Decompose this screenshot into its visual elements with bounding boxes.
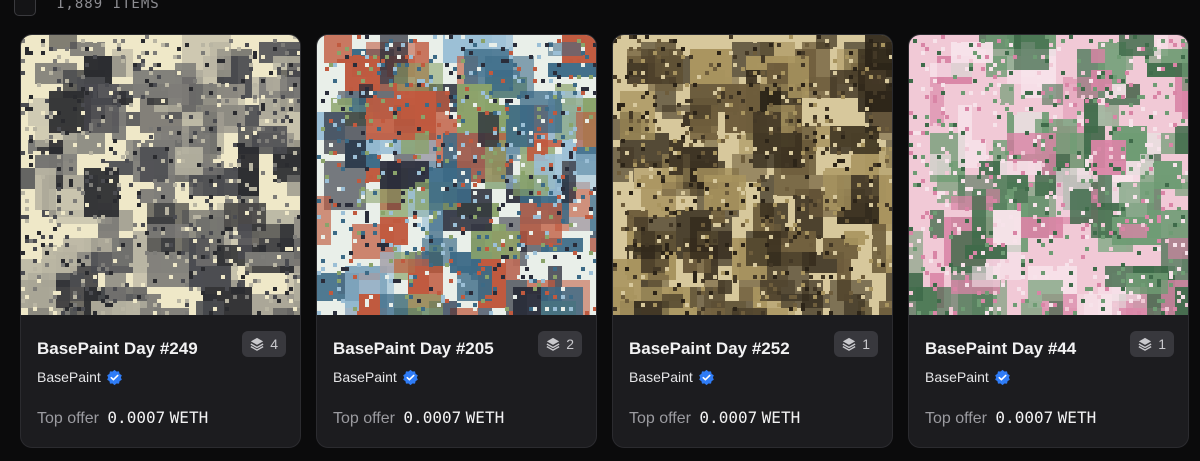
nft-card[interactable]: BasePaint Day #249 4 BasePaint Top offer… bbox=[20, 34, 301, 448]
editions-badge: 1 bbox=[1130, 331, 1174, 357]
creator-row: BasePaint bbox=[333, 367, 580, 387]
offer-currency: WETH bbox=[1057, 408, 1097, 427]
editions-count: 1 bbox=[1158, 336, 1166, 352]
offer-price: 0.0007 bbox=[403, 408, 462, 427]
creator-name[interactable]: BasePaint bbox=[925, 369, 989, 385]
offer-currency: WETH bbox=[169, 408, 209, 427]
offer-label: Top offer bbox=[333, 410, 395, 427]
editions-badge: 4 bbox=[242, 331, 286, 357]
offer-currency: WETH bbox=[761, 408, 801, 427]
creator-name[interactable]: BasePaint bbox=[37, 369, 101, 385]
top-offer: Top offer 0.0007 WETH bbox=[925, 407, 1172, 429]
item-count: 1,889 ITEMS bbox=[56, 0, 160, 12]
toolbar: 1,889 ITEMS bbox=[0, 0, 1200, 22]
creator-row: BasePaint bbox=[629, 367, 876, 387]
select-all-checkbox[interactable] bbox=[14, 0, 36, 16]
editions-count: 4 bbox=[270, 336, 278, 352]
offer-label: Top offer bbox=[925, 410, 987, 427]
offer-price: 0.0007 bbox=[995, 408, 1054, 427]
nft-card[interactable]: BasePaint Day #252 1 BasePaint Top offer… bbox=[612, 34, 893, 448]
creator-name[interactable]: BasePaint bbox=[629, 369, 693, 385]
nft-grid: BasePaint Day #249 4 BasePaint Top offer… bbox=[20, 34, 1189, 448]
verified-badge-icon bbox=[403, 369, 418, 385]
editions-badge: 2 bbox=[538, 331, 582, 357]
layers-icon bbox=[1138, 337, 1152, 351]
verified-badge-icon bbox=[699, 369, 714, 385]
offer-price: 0.0007 bbox=[699, 408, 758, 427]
verified-badge-icon bbox=[995, 369, 1010, 385]
editions-count: 1 bbox=[862, 336, 870, 352]
creator-row: BasePaint bbox=[37, 367, 284, 387]
layers-icon bbox=[250, 337, 264, 351]
creator-row: BasePaint bbox=[925, 367, 1172, 387]
nft-artwork[interactable] bbox=[317, 35, 596, 315]
nft-artwork[interactable] bbox=[909, 35, 1188, 315]
nft-card[interactable]: BasePaint Day #205 2 BasePaint Top offer… bbox=[316, 34, 597, 448]
offer-label: Top offer bbox=[629, 410, 691, 427]
layers-icon bbox=[546, 337, 560, 351]
layers-icon bbox=[842, 337, 856, 351]
creator-name[interactable]: BasePaint bbox=[333, 369, 397, 385]
editions-badge: 1 bbox=[834, 331, 878, 357]
editions-count: 2 bbox=[566, 336, 574, 352]
verified-badge-icon bbox=[107, 369, 122, 385]
offer-label: Top offer bbox=[37, 410, 99, 427]
artwork-image bbox=[317, 35, 596, 315]
top-offer: Top offer 0.0007 WETH bbox=[629, 407, 876, 429]
artwork-image bbox=[21, 35, 300, 315]
top-offer: Top offer 0.0007 WETH bbox=[37, 407, 284, 429]
artwork-image bbox=[613, 35, 892, 315]
offer-currency: WETH bbox=[465, 408, 505, 427]
artwork-image bbox=[909, 35, 1188, 315]
top-offer: Top offer 0.0007 WETH bbox=[333, 407, 580, 429]
nft-artwork[interactable] bbox=[21, 35, 300, 315]
nft-artwork[interactable] bbox=[613, 35, 892, 315]
offer-price: 0.0007 bbox=[107, 408, 166, 427]
nft-card[interactable]: BasePaint Day #44 1 BasePaint Top offer … bbox=[908, 34, 1189, 448]
